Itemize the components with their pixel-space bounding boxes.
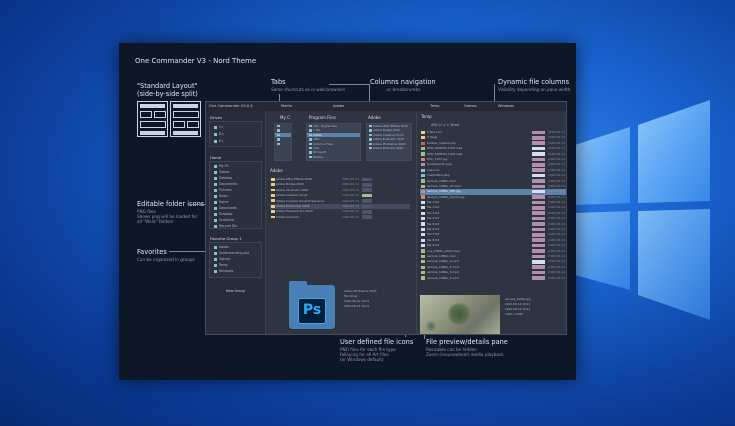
panel-title: One Commander V3 - Nord Theme	[135, 57, 257, 65]
callout-favorites-title: Favorites	[137, 248, 167, 256]
favorites-header: Favorite Group 1	[210, 236, 242, 241]
sidebar-item-dropbox[interactable]: Dropbox	[214, 212, 232, 216]
callout-columns-nav-title: Columns navigation	[370, 78, 436, 86]
callout-user-icons-title: User defined file icons	[340, 338, 414, 346]
adobe-file-list: Adobe After Effects 2020 2020-08-14 Adobe…	[270, 177, 410, 220]
sidebar: Drives C:\ D:\ E:\ Home My PC Videos Des…	[206, 111, 266, 334]
drives-header: Drives	[210, 115, 223, 120]
layout-thumbnail	[137, 101, 201, 137]
tab-media[interactable]: Media	[281, 104, 292, 108]
temp-folder-header: Temp	[421, 114, 432, 119]
column-row[interactable]: Mozilla	[307, 155, 360, 159]
windows-logo-icon	[575, 100, 710, 320]
column-my-c-header[interactable]: My C:	[280, 115, 291, 120]
fav-item-windows[interactable]: Windows	[214, 269, 233, 273]
callout-standard-layout-desc: (side-by-side split)	[137, 90, 198, 98]
drives-box: C:\ D:\ E:\	[209, 121, 262, 147]
tab-games[interactable]: Games	[464, 104, 477, 108]
ps-badge: Ps	[298, 298, 326, 324]
sidebar-item-my-pc[interactable]: My PC	[214, 164, 229, 168]
preview-details: sample_1080p.jpg 2020-08-14 10:21 2020-0…	[505, 297, 531, 316]
callout-tabs-title: Tabs	[271, 78, 286, 86]
callout-favorites-desc: Can be organized in groups	[137, 257, 195, 262]
feature-panel: One Commander V3 - Nord Theme "Standard …	[119, 43, 576, 380]
app-window: One Commander V3.X.X Media Adobe Temp Ga…	[205, 101, 567, 335]
sidebar-drive-c[interactable]: C:\	[214, 125, 223, 129]
callout-standard-layout-title: "Standard Layout"	[137, 82, 198, 90]
home-header: Home	[210, 155, 222, 160]
column-adobe-header[interactable]: Adobe	[368, 115, 381, 120]
callout-user-icons-desc3: (or Windows default)	[340, 357, 384, 362]
column-row[interactable]: Adobe Premiere 2020	[367, 146, 411, 150]
right-file-pane: Temp ABC (C:) > Temp 0 Not cool 2020-08-1…	[416, 111, 566, 334]
tab-windows[interactable]: Windows	[498, 104, 514, 108]
breadcrumb[interactable]: ABC (C:) > Temp	[431, 123, 459, 127]
sidebar-item-videos[interactable]: Videos	[214, 170, 230, 174]
tab-bar: One Commander V3.X.X Media Adobe Temp Ga…	[206, 102, 566, 111]
callout-preview-desc2: Zoom (mousewheel) media playback	[426, 352, 504, 357]
callout-folder-icons-desc3: all "Work" folders	[137, 219, 174, 224]
tab-temp[interactable]: Temp	[430, 104, 440, 108]
tab-adobe[interactable]: Adobe	[333, 104, 344, 108]
file-row[interactable]: Adobe Common 2020-08-14	[270, 215, 410, 220]
temp-file-list: 0 Not cool 2020-08-14 0 dwgs 2020-08-14 bo…	[420, 130, 566, 281]
column-drive-list	[274, 123, 292, 161]
sidebar-item-onedrive[interactable]: OneDrive	[214, 218, 234, 222]
home-box: My PC Videos Desktop Documents Pictures …	[209, 161, 262, 229]
sidebar-item-documents[interactable]: Documents	[214, 182, 237, 186]
column-program-files: 100 - Digital Tree 7 Zip Adobe AMD Commo…	[306, 123, 361, 161]
fav-item-temp[interactable]: Temp	[214, 263, 228, 267]
window-title: One Commander V3.X.X	[209, 104, 253, 108]
image-preview[interactable]	[420, 295, 500, 334]
favorites-box: Adobe Understanding.psd Games Temp Windo…	[209, 242, 262, 278]
adobe-folder-header: Adobe	[270, 168, 283, 173]
left-file-pane: My C: Program Files Adobe 100 - Digital …	[266, 111, 415, 334]
column-program-files-header[interactable]: Program Files	[309, 115, 336, 120]
callout-dynamic-cols-desc: Visibility depending on pane width	[498, 87, 571, 92]
fav-item-games[interactable]: Games	[214, 257, 230, 261]
column-adobe: Adobe After Effects 2020 Adobe Bridge 20…	[366, 123, 412, 161]
folder-details: Adobe Photoshop 2020 File folder 2020-08…	[344, 289, 377, 308]
sidebar-item-music[interactable]: Music	[214, 194, 228, 198]
sidebar-item-recycle-bin[interactable]: Recycle Bin	[214, 224, 237, 228]
new-group-button[interactable]: New Group	[226, 289, 245, 293]
sidebar-item-desktop[interactable]: Desktop	[214, 176, 232, 180]
sidebar-drive-e[interactable]: E:\	[214, 139, 223, 143]
photoshop-folder-icon: Ps	[289, 281, 335, 329]
callout-tabs-desc: Same shortcuts as in web browsers	[271, 87, 346, 92]
callout-columns-nav-desc: ...or breadcrumbs	[383, 87, 421, 92]
sidebar-item-downloads[interactable]: Downloads	[214, 206, 237, 210]
fav-item-understanding[interactable]: Understanding.psd	[214, 251, 249, 255]
sidebar-item-pictures[interactable]: Pictures	[214, 188, 232, 192]
callout-preview-title: File preview/details pane	[426, 338, 508, 346]
sidebar-drive-d[interactable]: D:\	[214, 132, 224, 136]
callout-dynamic-cols-title: Dynamic file columns	[498, 78, 570, 86]
sidebar-item-home[interactable]: Home	[214, 200, 228, 204]
fav-item-adobe[interactable]: Adobe	[214, 245, 229, 249]
file-row[interactable]: sample_1080p_4.mp4 2020-08-14	[420, 276, 566, 281]
